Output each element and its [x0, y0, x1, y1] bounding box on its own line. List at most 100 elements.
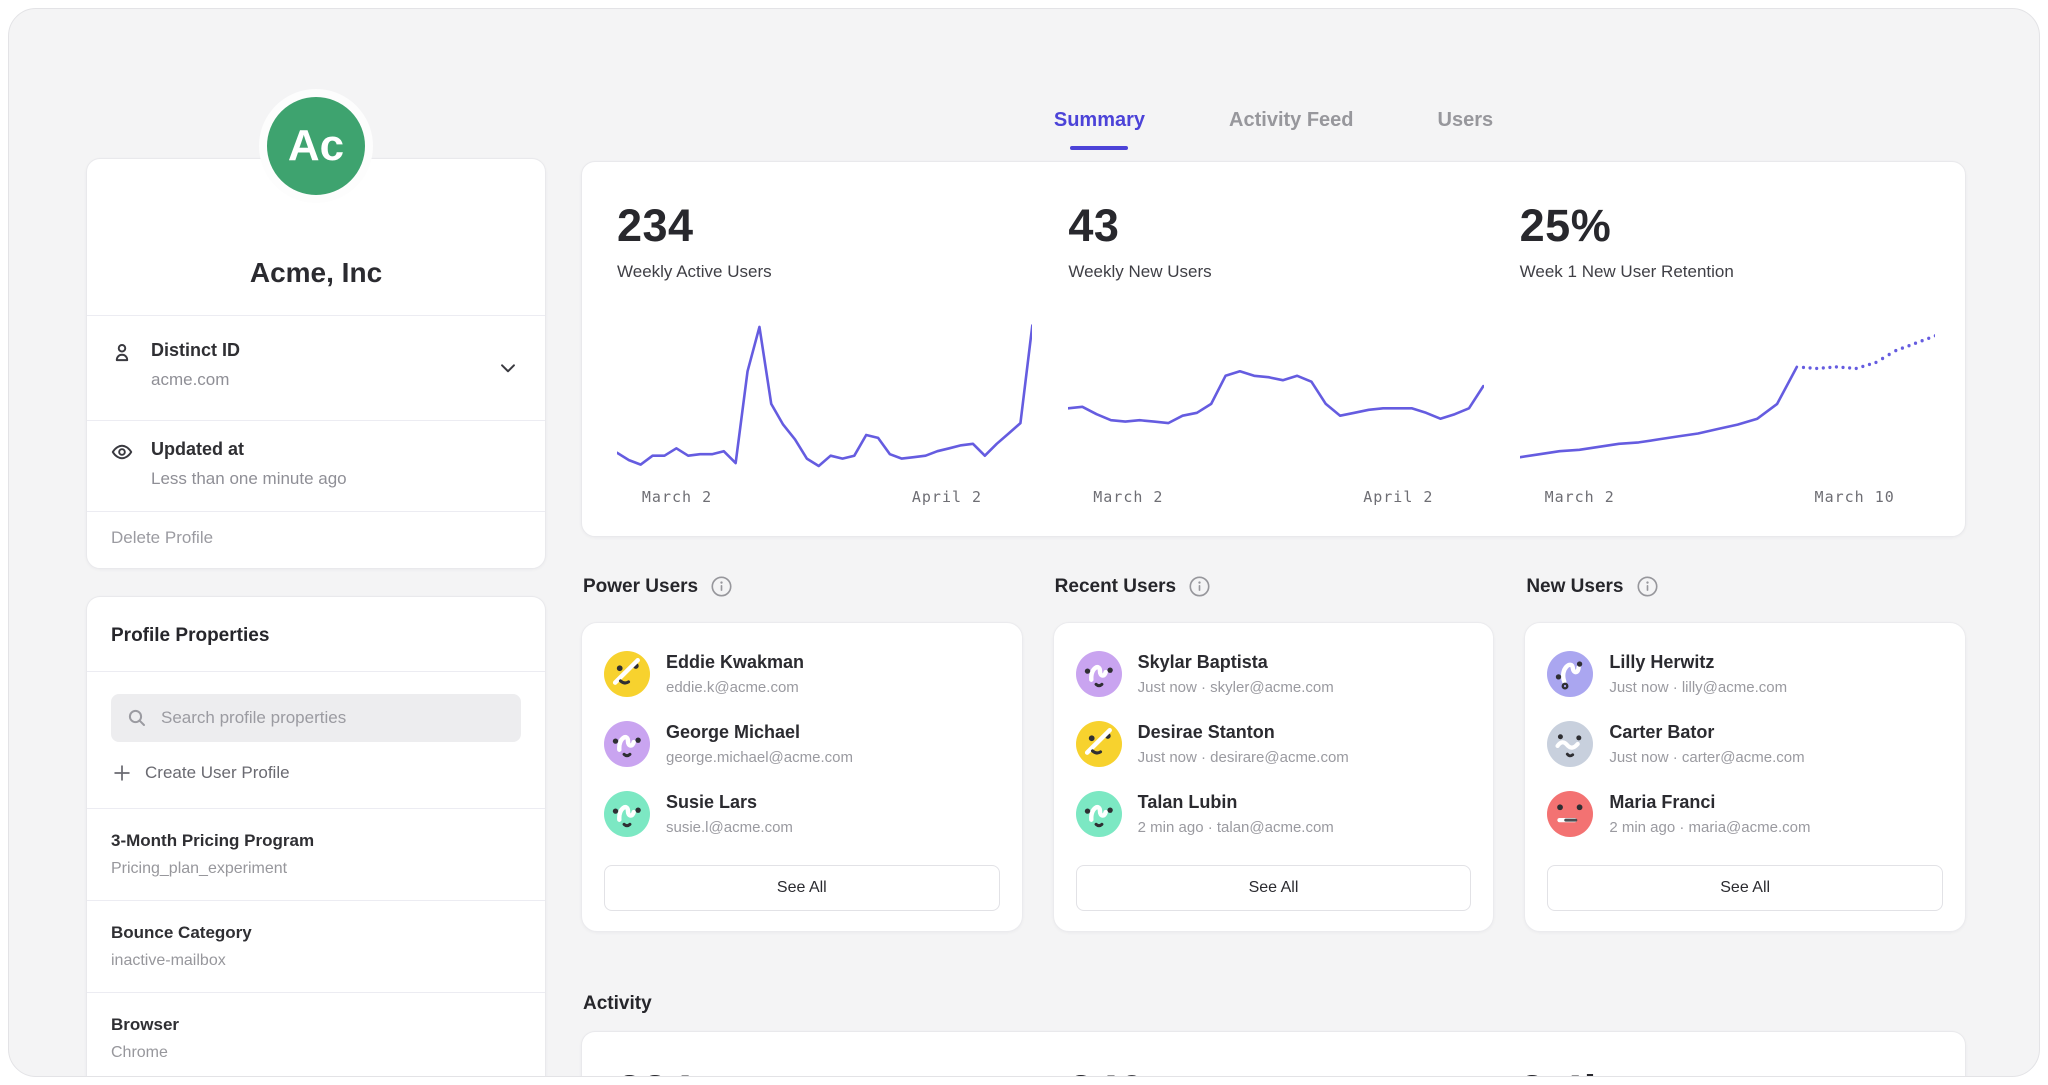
see-all-button[interactable]: See All: [1547, 865, 1943, 911]
user-name: Carter Bator: [1609, 722, 1804, 743]
profile-properties-search[interactable]: [111, 694, 521, 742]
user-name: Maria Franci: [1609, 792, 1810, 813]
user-name: Talan Lubin: [1138, 792, 1334, 813]
property-label: Browser: [111, 1015, 521, 1035]
plus-icon: [111, 762, 133, 784]
company-name: Acme, Inc: [250, 257, 382, 289]
user-row-susie-lars[interactable]: Susie Larssusie.l@acme.com: [604, 791, 1000, 837]
user-text: Susie Larssusie.l@acme.com: [666, 792, 793, 836]
stat-weekly-active-users: 234 Weekly Active Users March 2 April 2: [617, 200, 1032, 536]
user-subtext: 2 min ago · talan@acme.com: [1138, 819, 1334, 836]
property-item-bounce-category[interactable]: Bounce Category inactive-mailbox: [87, 901, 545, 993]
user-subtext: eddie.k@acme.com: [666, 679, 804, 696]
user-row-talan-lubin[interactable]: Talan Lubin 2 min ago · talan@acme.com: [1076, 791, 1472, 837]
section-card: Eddie Kwakman eddie.k@acme.com George Mich…: [581, 622, 1023, 932]
activity-stat-3: 3.4k: [1520, 1066, 1935, 1077]
property-label: Bounce Category: [111, 923, 521, 943]
axis-label-right: March 10: [1815, 488, 1895, 506]
create-user-profile-label: Create User Profile: [145, 763, 290, 783]
user-text: Eddie Kwakman eddie.k@acme.com: [666, 652, 804, 696]
user-row-skylar-baptista[interactable]: Skylar BaptistaJust now · skyler@acme.co…: [1076, 651, 1472, 697]
profile-properties-card: Profile Properties Create User Profile 3…: [86, 596, 546, 1077]
activity-stat-1: 234: [617, 1066, 1032, 1077]
user-name: Desirae Stanton: [1138, 722, 1349, 743]
chart-axis-labels: March 2 April 2: [617, 488, 1032, 508]
user-row-eddie-kwakman[interactable]: Eddie Kwakman eddie.k@acme.com: [604, 651, 1000, 697]
user-avatar: [604, 721, 650, 767]
user-subtext: 2 min ago · maria@acme.com: [1609, 819, 1810, 836]
stat-value: 25%: [1520, 200, 1935, 252]
axis-label-left: March 2: [1545, 488, 1615, 506]
create-user-profile-button[interactable]: Create User Profile: [111, 762, 521, 784]
user-subtext: Just now · lilly@acme.com: [1609, 679, 1787, 696]
user-name: Lilly Herwitz: [1609, 652, 1787, 673]
user-row-george-michael[interactable]: George Michael george.michael@acme.com: [604, 721, 1000, 767]
user-avatar: [1076, 791, 1122, 837]
section-header: Power Users: [583, 575, 1023, 598]
property-value: inactive-mailbox: [111, 952, 521, 970]
property-item-browser[interactable]: Browser Chrome: [87, 993, 545, 1077]
user-text: George Michael george.michael@acme.com: [666, 722, 853, 766]
stat-value: 43: [1068, 200, 1483, 252]
weekly-active-users-chart: [617, 314, 1032, 476]
user-subtext: george.michael@acme.com: [666, 749, 853, 766]
user-text: Skylar BaptistaJust now · skyler@acme.co…: [1138, 652, 1334, 696]
user-row-desirae-stanton[interactable]: Desirae StantonJust now · desirare@acme.…: [1076, 721, 1472, 767]
user-text: Desirae StantonJust now · desirare@acme.…: [1138, 722, 1349, 766]
tab-summary[interactable]: Summary: [1054, 109, 1145, 150]
section-card: Lilly Herwitz Just now · lilly@acme.com Ca…: [1524, 622, 1966, 932]
user-row-carter-bator[interactable]: Carter BatorJust now · carter@acme.com: [1547, 721, 1943, 767]
profile-properties-title: Profile Properties: [87, 597, 545, 671]
see-all-button[interactable]: See All: [1076, 865, 1472, 911]
property-value: Pricing_plan_experiment: [111, 860, 521, 878]
section-title: New Users: [1526, 576, 1623, 598]
user-avatar: [1547, 721, 1593, 767]
info-icon[interactable]: [1636, 575, 1659, 598]
tab-bar: Summary Activity Feed Users: [581, 109, 1966, 150]
user-text: Carter BatorJust now · carter@acme.com: [1609, 722, 1804, 766]
user-text: Maria Franci 2 min ago · maria@acme.com: [1609, 792, 1810, 836]
user-name: Susie Lars: [666, 792, 793, 813]
tab-activity-feed[interactable]: Activity Feed: [1229, 109, 1353, 150]
weekly-new-users-chart: [1068, 314, 1483, 476]
stat-week1-retention: 25% Week 1 New User Retention March 2 Ma…: [1520, 200, 1935, 536]
activity-card: 234 240 3.4k: [581, 1031, 1966, 1077]
info-icon[interactable]: [710, 575, 733, 598]
search-input[interactable]: [161, 708, 507, 728]
property-value: Chrome: [111, 1044, 521, 1062]
user-avatar: [604, 651, 650, 697]
user-name: Eddie Kwakman: [666, 652, 804, 673]
company-avatar-initials: Ac: [288, 121, 344, 171]
stat-label: Weekly New Users: [1068, 262, 1483, 282]
user-row-maria-franci[interactable]: Maria Franci 2 min ago · maria@acme.com: [1547, 791, 1943, 837]
user-avatar: [1076, 721, 1122, 767]
user-avatar: [1547, 651, 1593, 697]
section-header: New Users: [1526, 575, 1966, 598]
user-avatar: [604, 791, 650, 837]
section-recent-users: Recent UsersSkylar BaptistaJust now · sk…: [1053, 575, 1495, 932]
updated-at-label: Updated at: [151, 439, 485, 460]
user-text: Talan Lubin 2 min ago · talan@acme.com: [1138, 792, 1334, 836]
user-name: Skylar Baptista: [1138, 652, 1334, 673]
search-icon: [125, 706, 149, 730]
stat-value: 234: [617, 200, 1032, 252]
chart-axis-labels: March 2 April 2: [1068, 488, 1483, 508]
see-all-button[interactable]: See All: [604, 865, 1000, 911]
user-row-lilly-herwitz[interactable]: Lilly Herwitz Just now · lilly@acme.com: [1547, 651, 1943, 697]
chart-axis-labels: March 2 March 10: [1520, 488, 1935, 508]
updated-at-row: Updated at Less than one minute ago: [87, 421, 545, 511]
week1-retention-chart: [1520, 314, 1935, 476]
activity-section-title: Activity: [583, 993, 652, 1015]
chevron-down-icon[interactable]: [495, 355, 521, 381]
axis-label-right: April 2: [1363, 488, 1433, 506]
user-avatar: [1076, 651, 1122, 697]
delete-profile-button[interactable]: Delete Profile: [87, 512, 545, 568]
info-icon[interactable]: [1188, 575, 1211, 598]
eye-icon: [109, 439, 135, 465]
distinct-id-value: acme.com: [151, 370, 485, 390]
tab-users[interactable]: Users: [1438, 109, 1494, 150]
section-new-users: New Users Lilly Herwitz Just now · lilly@a…: [1524, 575, 1966, 932]
user-name: George Michael: [666, 722, 853, 743]
property-item-3-month-pricing-program[interactable]: 3-Month Pricing ProgramPricing_plan_expe…: [87, 808, 545, 901]
stat-label: Week 1 New User Retention: [1520, 262, 1935, 282]
